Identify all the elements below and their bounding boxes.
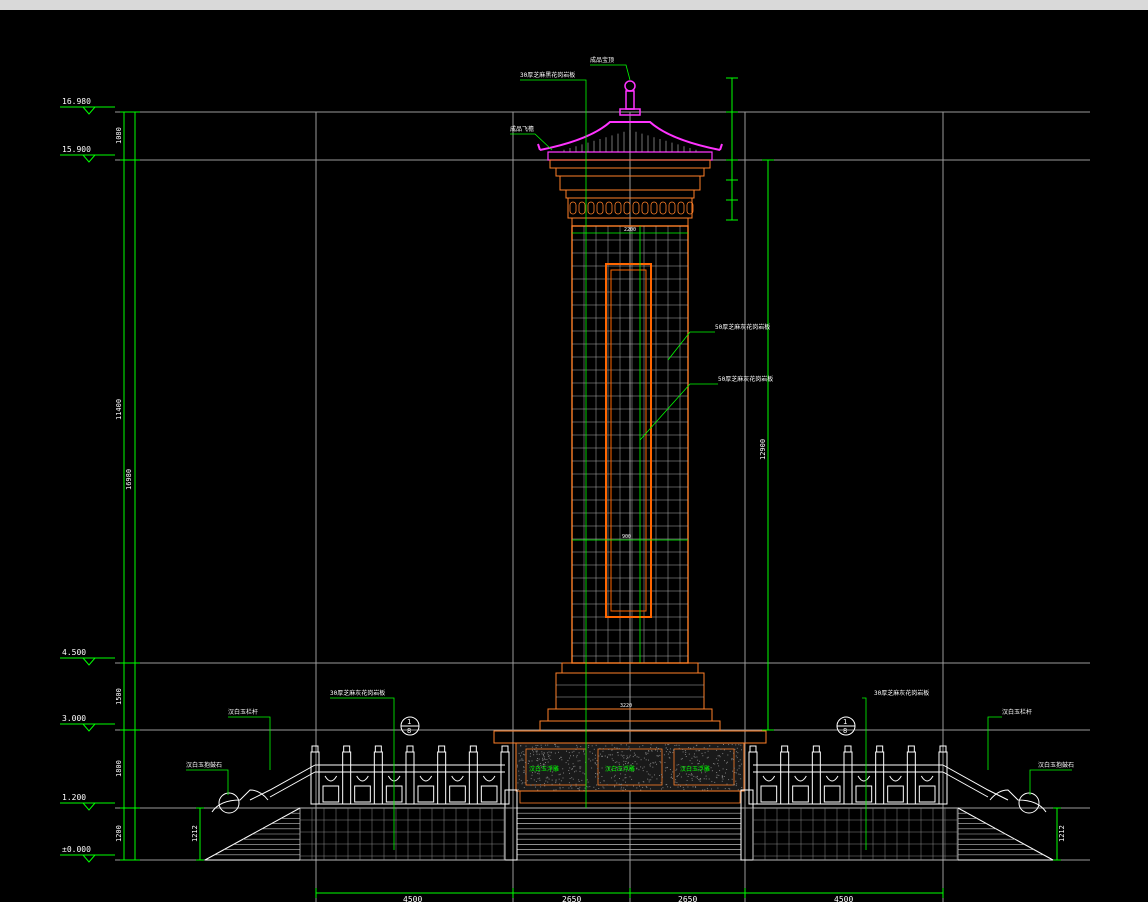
left-dim-seg-2: 1500: [115, 688, 123, 705]
elevation-label-1: 15.900: [62, 145, 91, 154]
section-sheet-left: 8: [407, 727, 411, 735]
callout-drum-right: 汉白玉抱鼓石: [1038, 761, 1074, 769]
platform-left: [299, 807, 506, 861]
left-dim-seg-0: 1080: [115, 127, 123, 144]
section-sheet-right: 8: [843, 727, 847, 735]
stair-treads: [517, 807, 741, 856]
callout-top-band: 30厚芝麻黑花岗岩板: [520, 71, 575, 79]
elevation-label-5: ±0.000: [62, 845, 91, 854]
section-num-left: 1: [407, 718, 411, 726]
elevation-markers: [60, 106, 115, 863]
elevation-label-4: 1.200: [62, 793, 86, 802]
callout-rail-left: 汉白玉栏杆: [228, 708, 258, 716]
cad-drawing-canvas[interactable]: 16.980 15.900 4.500 3.000 1.200 ±0.000 1…: [0, 10, 1148, 902]
section-num-right: 1: [843, 718, 847, 726]
balustrade-right: [748, 745, 1009, 805]
bottom-dim-0: 4500: [403, 895, 422, 902]
balustrade-left: [249, 745, 510, 805]
left-stair-height: 1212: [191, 825, 199, 842]
callout-drum-left: 汉白玉抱鼓石: [186, 761, 222, 769]
elevation-label-0: 16.980: [62, 97, 91, 106]
elevation-label-3: 3.000: [62, 714, 86, 723]
relief-label-right: 汉白玉浮雕: [680, 765, 710, 773]
right-stair-height: 1212: [1058, 825, 1066, 842]
callout-base-right: 30厚芝麻灰花岗岩板: [874, 689, 929, 697]
relief-label-left: 汉白玉浮雕: [529, 765, 559, 773]
right-dimension-chain: [726, 77, 1061, 861]
callout-finial: 成品宝顶: [590, 56, 614, 64]
right-dim-shaft: 12900: [759, 439, 767, 460]
left-dim-seg-4: 1200: [115, 825, 123, 842]
panel-mid-dim: 900: [622, 534, 631, 540]
window-top-bar: [0, 0, 1148, 10]
left-dim-seg-3: 1800: [115, 760, 123, 777]
callout-shaft-cladding: 50厚芝麻灰花岗岩板: [715, 323, 770, 331]
shaft-width-dim: 2200: [624, 227, 636, 233]
bottom-dim-3: 4500: [834, 895, 853, 902]
left-dim-seg-1: 11400: [115, 399, 123, 420]
callout-base-left: 30厚芝麻灰花岗岩板: [330, 689, 385, 697]
callout-eave: 成品飞檐: [510, 125, 534, 133]
bottom-dim-2: 2650: [678, 895, 697, 902]
capital-dentils: [569, 201, 694, 215]
relief-label-center: 汉白玉浮雕: [605, 765, 635, 773]
callout-rail-right: 汉白玉栏杆: [1002, 708, 1032, 716]
base-width-dim: 3220: [620, 703, 632, 709]
callout-leaders: [186, 64, 1072, 850]
platform-right: [752, 807, 959, 861]
callout-inscription-panel: 50厚芝麻灰花岗岩板: [718, 375, 773, 383]
bottom-dim-1: 2650: [562, 895, 581, 902]
elevation-label-2: 4.500: [62, 648, 86, 657]
left-dim-total: 16980: [125, 469, 133, 490]
